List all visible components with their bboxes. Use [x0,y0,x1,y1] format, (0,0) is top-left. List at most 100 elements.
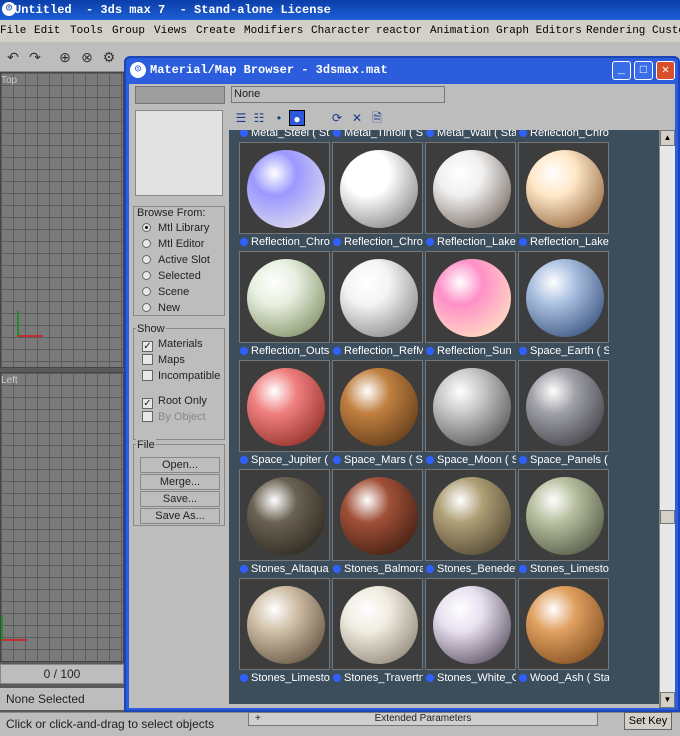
scrollbar-thumb[interactable] [660,510,675,524]
radio-selected[interactable]: Selected [142,269,201,283]
view-large-icons-icon[interactable]: ● [289,110,305,126]
material-label[interactable]: Reflection_RefM [332,344,423,358]
menu-group[interactable]: Group [112,20,145,42]
material-label[interactable]: Stones_Limestor [518,562,609,576]
material-item[interactable]: Stones_Altaqua [239,469,330,578]
filter-field[interactable]: None [231,86,445,103]
bind-space-warp-icon[interactable]: ⚙ [100,48,118,66]
menu-edit[interactable]: Edit [34,20,60,42]
material-item[interactable]: Stones_White_G [425,578,516,687]
material-item[interactable]: Metal_Steel ( St [239,130,330,142]
maximize-button[interactable]: □ [634,61,653,80]
menu-file[interactable]: File [0,20,26,42]
material-label[interactable]: Reflection_Chror [518,130,609,140]
material-label[interactable]: Space_Mars ( Sp [332,453,423,467]
delete-from-library-icon[interactable]: ✕ [349,110,365,126]
material-label[interactable]: Stones_Benedet [425,562,516,576]
material-thumbnail[interactable] [425,360,516,452]
material-label[interactable]: Wood_Ash ( Sta [518,671,609,685]
time-slider[interactable]: 0 / 100 [0,664,124,684]
menu-animation[interactable]: Animation [430,20,489,42]
material-label[interactable]: Reflection_Outsi [239,344,330,358]
material-thumbnail[interactable] [332,578,423,670]
material-item[interactable]: Space_Panels ( [518,360,609,469]
material-thumbnail[interactable] [518,142,609,234]
material-thumbnail[interactable] [518,578,609,670]
material-item[interactable]: Reflection_Lake [518,142,609,251]
menu-graph-editors[interactable]: Graph Editors [496,20,582,42]
update-scene-materials-icon[interactable]: ⟳ [329,110,345,126]
material-label[interactable]: Space_Earth ( S [518,344,609,358]
menu-views[interactable]: Views [154,20,187,42]
material-item[interactable]: Space_Earth ( S [518,251,609,360]
material-item[interactable]: Stones_Limestor [239,578,330,687]
material-label[interactable]: Metal_Wall ( Sta [425,130,516,140]
radio-new[interactable]: New [142,301,180,315]
material-item[interactable]: Metal_Tinfoil ( S [332,130,423,142]
view-small-icons-icon[interactable]: • [271,110,287,126]
material-thumbnail[interactable] [239,578,330,670]
menu-customize[interactable]: Custo [652,20,680,42]
unlink-icon[interactable]: ⊗ [78,48,96,66]
material-item[interactable]: Reflection_RefM [332,251,423,360]
material-item[interactable]: Stones_Limestor [518,469,609,578]
vertical-scrollbar[interactable]: ▲ ▼ [659,130,675,708]
merge-button[interactable]: Merge... [140,474,220,490]
material-thumbnail[interactable] [518,360,609,452]
material-label[interactable]: Reflection_Lake [425,235,516,249]
material-label[interactable]: Reflection_Chror [332,235,423,249]
save-button[interactable]: Save... [140,491,220,507]
menu-tools[interactable]: Tools [70,20,103,42]
material-item[interactable]: Reflection_Chror [239,142,330,251]
material-item[interactable]: Stones_Travertn [332,578,423,687]
checkbox-root-only[interactable]: ✓ Root Only [142,394,207,409]
material-item[interactable]: Reflection_Chror [332,142,423,251]
material-thumbnail[interactable] [239,142,330,234]
view-list-icons-icon[interactable]: ☷ [251,110,267,126]
material-thumbnail[interactable] [239,360,330,452]
radio-mtl-editor[interactable]: Mtl Editor [142,237,204,251]
material-label[interactable]: Reflection_Lake [518,235,609,249]
checkbox-incompatible[interactable]: Incompatible [142,369,220,383]
material-label[interactable]: Metal_Steel ( St [239,130,330,140]
material-label[interactable]: Stones_Altaqua [239,562,330,576]
radio-active-slot[interactable]: Active Slot [142,253,210,267]
undo-icon[interactable]: ↶ [4,48,22,66]
material-item[interactable]: Reflection_Lake [425,142,516,251]
material-item[interactable]: Metal_Wall ( Sta [425,130,516,142]
material-thumbnail[interactable] [518,251,609,343]
menu-rendering[interactable]: Rendering [586,20,645,42]
select-and-link-icon[interactable]: ⊕ [56,48,74,66]
material-thumbnail[interactable] [332,469,423,561]
material-thumbnail[interactable] [332,142,423,234]
material-label[interactable]: Reflection_Chror [239,235,330,249]
material-item[interactable]: Reflection_Chror [518,130,609,142]
material-label[interactable]: Metal_Tinfoil ( S [332,130,423,140]
material-item[interactable]: Stones_Balmora [332,469,423,578]
material-label[interactable]: Stones_White_G [425,671,516,685]
material-item[interactable]: Wood_Ash ( Sta [518,578,609,687]
material-item[interactable]: Stones_Benedet [425,469,516,578]
material-thumbnail[interactable] [425,251,516,343]
menu-reactor[interactable]: reactor [376,20,422,42]
material-thumbnail[interactable] [332,251,423,343]
material-label[interactable]: Stones_Limestor [239,671,330,685]
material-label[interactable]: Stones_Travertn [332,671,423,685]
checkbox-materials[interactable]: ✓ Materials [142,337,203,352]
save-as-button[interactable]: Save As... [140,508,220,524]
material-thumbnail[interactable] [239,469,330,561]
minimize-button[interactable]: _ [612,61,631,80]
viewport-top[interactable]: Top [0,72,124,368]
menu-character[interactable]: Character [311,20,370,42]
checkbox-maps[interactable]: Maps [142,353,185,367]
dialog-title-bar[interactable]: ◎ Material/Map Browser - 3dsmax.mat _ □ … [126,58,678,82]
material-item[interactable]: Reflection_Sun [425,251,516,360]
view-list-icon[interactable]: ☰ [233,110,249,126]
menu-modifiers[interactable]: Modifiers [244,20,303,42]
material-name-field[interactable] [135,86,225,104]
material-thumbnail[interactable] [425,142,516,234]
radio-scene[interactable]: Scene [142,285,189,299]
scroll-up-icon[interactable]: ▲ [660,130,675,146]
redo-icon[interactable]: ↷ [26,48,44,66]
material-label[interactable]: Space_Moon ( S [425,453,516,467]
